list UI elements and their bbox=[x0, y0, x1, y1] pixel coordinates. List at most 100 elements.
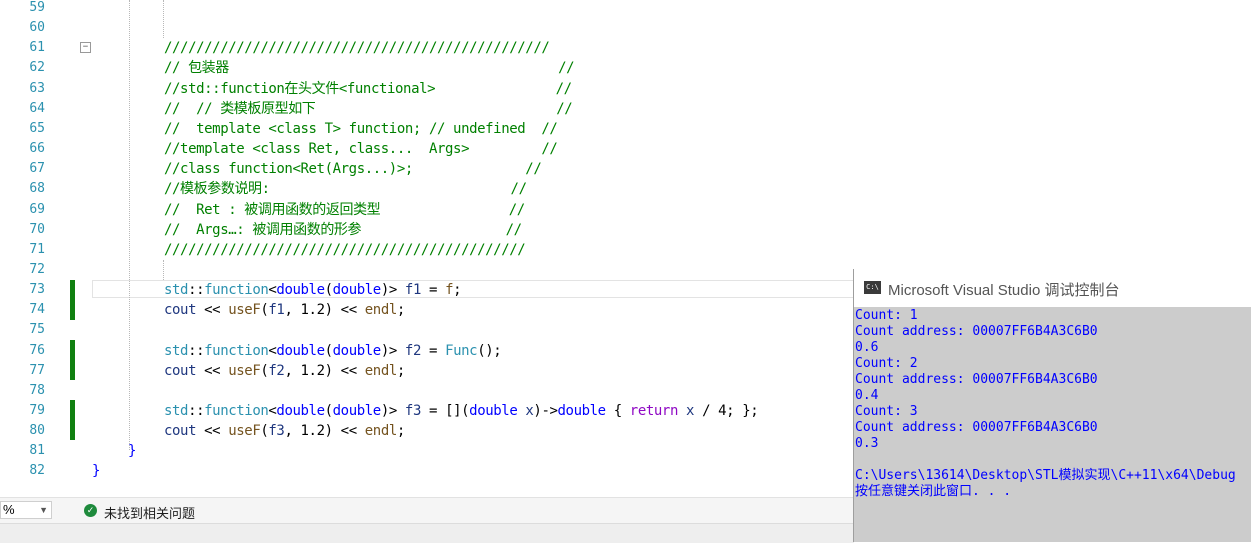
code-token: cout bbox=[164, 423, 197, 440]
code-token: useF bbox=[228, 423, 261, 440]
code-token: , 1.2) << bbox=[284, 362, 365, 379]
code-line[interactable]: 63 //std::function在头文件<functional> // bbox=[0, 79, 1251, 99]
code-token: x bbox=[686, 403, 695, 419]
line-number: 73 bbox=[29, 282, 45, 298]
chevron-down-icon[interactable]: ▼ bbox=[39, 502, 48, 518]
code-token: , 1.2) << bbox=[284, 423, 365, 440]
line-number: 59 bbox=[29, 0, 45, 15]
console-output-line: 0.3 bbox=[855, 436, 879, 451]
code-token: ; bbox=[453, 282, 462, 299]
code-token: :: bbox=[188, 403, 205, 419]
line-number: 79 bbox=[29, 403, 45, 418]
code-text: //模板参数说明: // bbox=[164, 179, 527, 199]
code-text: } bbox=[92, 461, 100, 481]
code-token: = bbox=[420, 282, 446, 299]
code-token: )> bbox=[380, 403, 405, 419]
code-text: //template <class Ret, class... Args> // bbox=[164, 139, 558, 159]
line-number: 68 bbox=[29, 181, 45, 197]
code-line[interactable]: 59 bbox=[0, 0, 1251, 18]
code-line[interactable]: 60 bbox=[0, 18, 1251, 38]
console-output-line: Count address: 00007FF6B4A3C6B0 bbox=[855, 372, 1098, 387]
code-line[interactable]: 68 //模板参数说明: // bbox=[0, 179, 1251, 199]
line-number: 64 bbox=[29, 100, 45, 116]
line-number: 81 bbox=[29, 443, 45, 459]
code-token: << bbox=[196, 302, 229, 319]
console-output-line: Count address: 00007FF6B4A3C6B0 bbox=[855, 324, 1098, 339]
code-token: //class function<Ret(Args...)>; // bbox=[164, 161, 542, 178]
code-token: double bbox=[276, 342, 325, 359]
code-text: std::function<double(double)> f3 = [](do… bbox=[164, 401, 759, 421]
code-token: (); bbox=[477, 342, 502, 359]
console-output-line: Count: 2 bbox=[855, 356, 918, 371]
code-token: endl bbox=[364, 362, 398, 379]
line-number: 65 bbox=[29, 120, 45, 136]
code-line[interactable]: 62 // 包装器 // bbox=[0, 58, 1251, 78]
code-text: ////////////////////////////////////////… bbox=[164, 240, 526, 260]
line-number: 63 bbox=[29, 80, 45, 96]
code-text: } bbox=[128, 441, 136, 461]
code-line[interactable]: 66 //template <class Ret, class... Args> … bbox=[0, 139, 1251, 159]
status-bar: % ▼ ✓ 未找到相关问题 bbox=[0, 497, 854, 524]
code-text: cout << useF(f2, 1.2) << endl; bbox=[164, 361, 405, 381]
code-token: / 4; }; bbox=[694, 403, 759, 419]
code-token: std bbox=[164, 282, 189, 299]
code-token: double bbox=[332, 342, 382, 359]
code-token: function bbox=[204, 282, 269, 299]
code-token: { bbox=[605, 403, 630, 419]
line-number: 67 bbox=[29, 161, 45, 177]
debug-console-window[interactable]: C:\ Microsoft Visual Studio 调试控制台 Count:… bbox=[853, 269, 1251, 542]
code-text: // Args…: 被调用函数的形参 // bbox=[164, 220, 522, 240]
code-token: << bbox=[196, 423, 229, 440]
console-output-line: 按任意键关闭此窗口. . . bbox=[855, 484, 1012, 499]
console-output-line: 0.4 bbox=[855, 388, 879, 403]
code-token: ( bbox=[324, 403, 333, 419]
line-number: 70 bbox=[29, 221, 45, 237]
line-number: 61 bbox=[29, 40, 45, 56]
console-app-icon: C:\ bbox=[864, 281, 881, 294]
code-token: cout bbox=[164, 362, 197, 379]
code-token: )> bbox=[380, 342, 405, 359]
code-line[interactable]: 67 //class function<Ret(Args...)>; // bbox=[0, 159, 1251, 179]
code-token: // Ret : 被调用函数的返回类型 // bbox=[164, 201, 525, 218]
console-title-bar[interactable]: C:\ Microsoft Visual Studio 调试控制台 bbox=[854, 269, 1251, 307]
issues-status-text[interactable]: 未找到相关问题 bbox=[104, 503, 195, 522]
code-text: cout << useF(f1, 1.2) << endl; bbox=[164, 300, 405, 320]
line-number: 75 bbox=[29, 322, 45, 338]
code-token: f3 bbox=[268, 423, 285, 440]
console-output-line: Count: 1 bbox=[855, 308, 918, 323]
code-token: , 1.2) << bbox=[284, 302, 365, 319]
code-line[interactable]: 69 // Ret : 被调用函数的返回类型 // bbox=[0, 200, 1251, 220]
code-line[interactable]: 65 // template <class T> function; // und… bbox=[0, 119, 1251, 139]
code-token: )-> bbox=[533, 403, 558, 419]
code-text: cout << useF(f3, 1.2) << endl; bbox=[164, 421, 405, 441]
line-number: 78 bbox=[29, 382, 45, 398]
code-token: //template <class Ret, class... Args> // bbox=[164, 141, 558, 158]
code-token: f2 bbox=[404, 342, 421, 359]
code-text: std::function<double(double)> f1 = f; bbox=[164, 280, 462, 300]
zoom-dropdown[interactable]: % ▼ bbox=[0, 501, 52, 519]
code-line[interactable]: 70 // Args…: 被调用函数的形参 // bbox=[0, 220, 1251, 240]
code-token: = bbox=[420, 342, 446, 359]
code-line[interactable]: 71 //////////////////////////////////////… bbox=[0, 240, 1251, 260]
code-token: double bbox=[276, 403, 325, 419]
code-token: double bbox=[276, 282, 325, 299]
code-token: :: bbox=[188, 282, 205, 299]
console-title: Microsoft Visual Studio 调试控制台 bbox=[888, 282, 1120, 299]
code-token: f2 bbox=[268, 362, 285, 379]
code-token: cout bbox=[164, 302, 197, 319]
line-number: 66 bbox=[29, 141, 45, 157]
code-token: f1 bbox=[268, 302, 285, 319]
line-number: 82 bbox=[29, 463, 45, 479]
code-token: double bbox=[469, 403, 518, 419]
code-token: // template <class T> function; // undef… bbox=[164, 120, 558, 137]
code-line[interactable]: 61 //////////////////////////////////////… bbox=[0, 38, 1251, 58]
code-line[interactable]: 64 // // 类模板原型如下 // bbox=[0, 99, 1251, 119]
line-number: 71 bbox=[29, 241, 45, 257]
bottom-scroll-strip[interactable] bbox=[0, 523, 854, 543]
code-token: endl bbox=[364, 302, 398, 319]
code-token: << bbox=[196, 362, 229, 379]
code-text: ////////////////////////////////////////… bbox=[164, 38, 550, 58]
code-token: std bbox=[164, 342, 189, 359]
code-token: ( bbox=[324, 342, 333, 359]
code-token: ; bbox=[396, 423, 405, 440]
